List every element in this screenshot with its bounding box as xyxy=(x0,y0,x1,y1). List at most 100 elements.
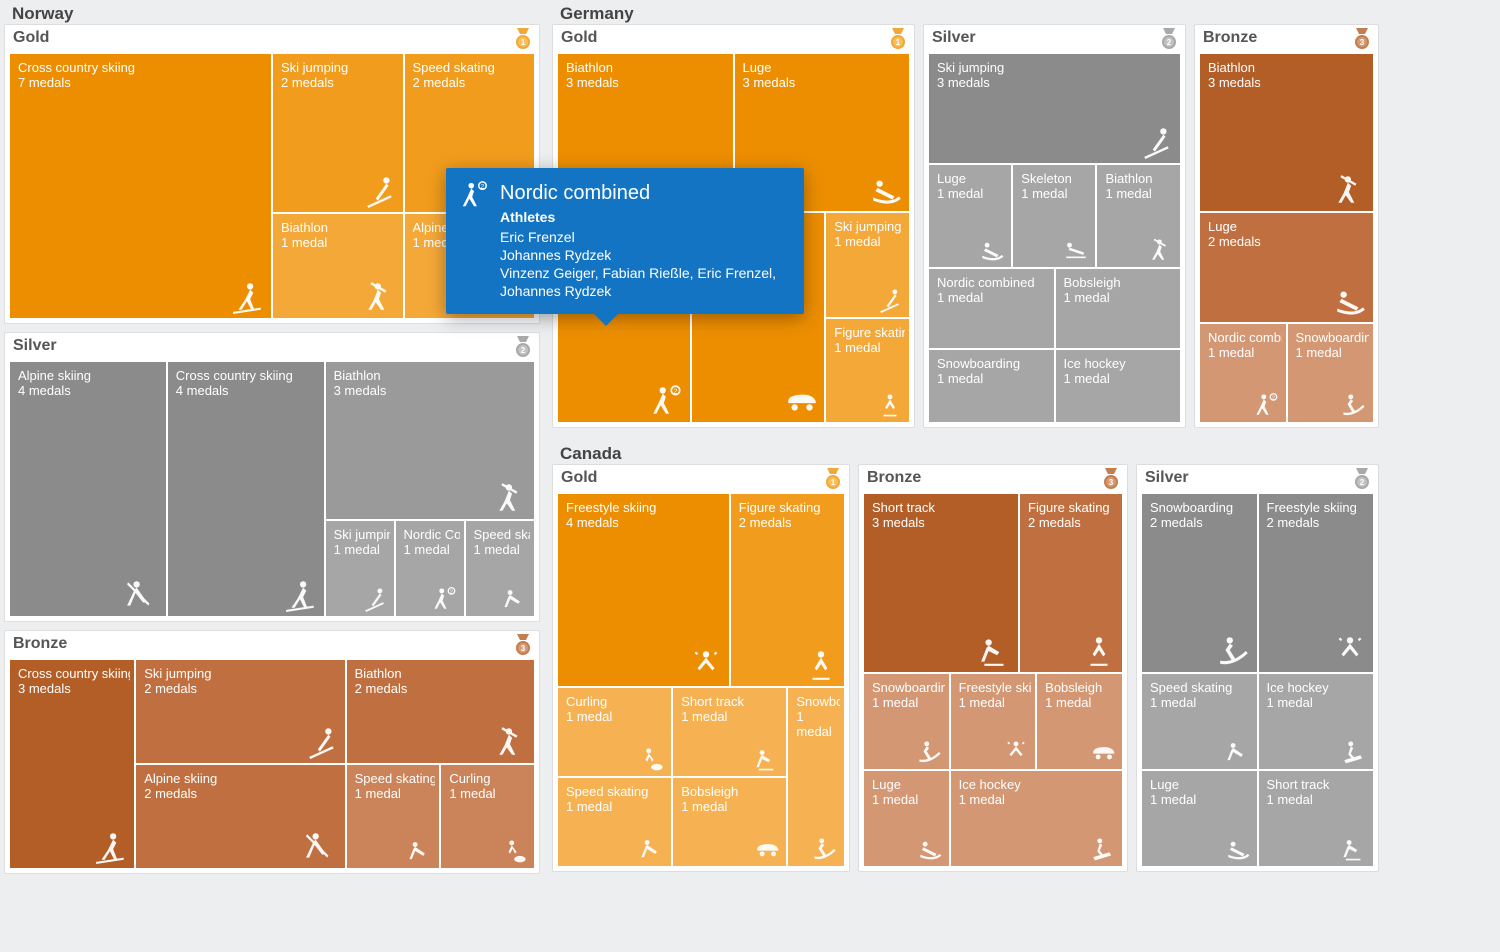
tile[interactable]: Short track3 medals xyxy=(863,493,1019,673)
tile-medals: 1 medal xyxy=(1150,695,1253,710)
tile[interactable]: Skeleton1 medal xyxy=(1012,164,1096,268)
tile[interactable]: Ski jumping3 medals xyxy=(928,53,1181,164)
figure-skating-icon xyxy=(804,648,838,682)
tile[interactable]: Bobsleigh1 medal xyxy=(672,777,787,867)
tile-medals: 2 medals xyxy=(1028,515,1118,530)
tile[interactable]: Cross country skiing3 medals xyxy=(9,659,135,869)
tile[interactable]: Nordic Comb.1 medal xyxy=(395,520,465,617)
tile[interactable]: Speed skating1 medal xyxy=(346,764,441,869)
tile[interactable]: Figure skating1 medal xyxy=(825,318,910,423)
tile[interactable]: Luge2 medals xyxy=(1199,212,1374,323)
tile[interactable]: Ice hockey1 medal xyxy=(950,770,1123,867)
luge-icon xyxy=(1333,284,1367,318)
tile-sport: Cross country skiing xyxy=(176,368,320,383)
tile[interactable]: Bobsleigh1 medal xyxy=(1055,268,1182,349)
tile[interactable]: Luge1 medal xyxy=(863,770,950,867)
tile[interactable]: Short track1 medal xyxy=(1258,770,1375,867)
tile-medals: 1 medal xyxy=(1045,695,1118,710)
tile-sport: Curling xyxy=(449,771,530,786)
medal-label: Bronze xyxy=(867,469,921,486)
tile[interactable]: Speed skating1 medal xyxy=(1141,673,1258,770)
tile[interactable]: Cross country skiing7 medals xyxy=(9,53,272,319)
tile-medals: 1 medal xyxy=(1064,290,1177,305)
biathlon-icon xyxy=(363,280,397,314)
cross-country-skiing-icon xyxy=(94,830,128,864)
canada-bronze[interactable]: Bronze Short track3 medals Figure skatin… xyxy=(858,464,1128,872)
tile[interactable]: Figure skating2 medals xyxy=(1019,493,1123,673)
country-title: Norway xyxy=(12,4,542,24)
medal-label: Silver xyxy=(932,29,976,46)
tile-sport: Luge xyxy=(743,60,906,75)
tile[interactable]: Cross country skiing4 medals xyxy=(167,361,325,617)
tile-medals: 4 medals xyxy=(176,383,320,398)
bronze-medal-icon xyxy=(1101,468,1121,490)
tile[interactable]: Snowboarding1 medal xyxy=(787,687,845,867)
germany-silver[interactable]: Silver Ski jumping3 medals Luge1 medal S… xyxy=(923,24,1186,428)
country-title: Canada xyxy=(560,444,1380,464)
tile[interactable]: Biathlon2 medals xyxy=(346,659,535,764)
tile[interactable]: Ski jumping2 medals xyxy=(272,53,404,213)
tile[interactable]: Ski jumping1 medal xyxy=(325,520,395,617)
tile[interactable]: Freestyle skiing1 medal xyxy=(950,673,1037,770)
norway-bronze[interactable]: Bronze Cross country skiing3 medals Ski … xyxy=(4,630,540,874)
tile-sport: Biathlon xyxy=(355,666,530,681)
tile[interactable]: Ski jumping1 medal xyxy=(825,212,910,317)
norway-silver[interactable]: Silver Alpine skiing4 medals Cross count… xyxy=(4,332,540,622)
tile[interactable]: Luge1 medal xyxy=(1141,770,1258,867)
biathlon-icon xyxy=(1333,173,1367,207)
tooltip: Nordic combined Athletes Eric Frenzel Jo… xyxy=(446,168,804,314)
medal-label: Gold xyxy=(13,29,49,46)
tile-sport: Luge xyxy=(937,171,1007,186)
tile-sport: Snowboarding xyxy=(1150,500,1253,515)
tile[interactable]: Biathlon3 medals xyxy=(325,361,535,520)
tile[interactable]: Speed skating1 medal xyxy=(557,777,672,867)
tile[interactable]: Curling1 medal xyxy=(557,687,672,777)
tile-sport: Figure skating xyxy=(1028,500,1118,515)
tile[interactable]: Biathlon1 medal xyxy=(272,213,404,319)
tile[interactable]: Curling1 medal xyxy=(440,764,535,869)
tile[interactable]: Freestyle skiing2 medals xyxy=(1258,493,1375,673)
tile[interactable]: Biathlon3 medals xyxy=(1199,53,1374,212)
tile-sport: Figure skating xyxy=(834,325,905,340)
tile-sport: Ski jumping xyxy=(937,60,1176,75)
tile[interactable]: Ice hockey1 medal xyxy=(1055,349,1182,423)
tile-sport: Freestyle skiing xyxy=(566,500,725,515)
tooltip-athlete: Johannes Rydzek xyxy=(500,246,788,264)
tile-medals: 1 medal xyxy=(404,542,460,557)
tile-sport: Bobsleigh xyxy=(1045,680,1118,695)
tile[interactable]: Nordic combined1 medal xyxy=(1199,323,1287,423)
germany-bronze[interactable]: Bronze Biathlon3 medals Luge2 medals Nor… xyxy=(1194,24,1379,428)
tile[interactable]: Figure skating2 medals xyxy=(730,493,845,687)
tile[interactable]: Luge1 medal xyxy=(928,164,1012,268)
tile-medals: 4 medals xyxy=(18,383,162,398)
tile[interactable]: Snowboarding1 medal xyxy=(863,673,950,770)
tile[interactable]: Snowboarding1 medal xyxy=(928,349,1055,423)
freestyle-skiing-icon xyxy=(1333,634,1367,668)
tile[interactable]: Freestyle skiing4 medals xyxy=(557,493,730,687)
tile[interactable]: Snowboarding2 medals xyxy=(1141,493,1258,673)
tile-medals: 1 medal xyxy=(937,290,1050,305)
tile[interactable]: Ski jumping2 medals xyxy=(135,659,345,764)
tile[interactable]: Alpine skiing2 medals xyxy=(135,764,345,869)
tile-medals: 1 medal xyxy=(796,709,840,739)
bronze-medal-icon xyxy=(1352,28,1372,50)
speed-skating-icon xyxy=(1225,739,1251,765)
tile-sport: Luge xyxy=(872,777,945,792)
canada-silver[interactable]: Silver Snowboarding2 medals Freestyle sk… xyxy=(1136,464,1379,872)
tile-medals: 1 medal xyxy=(334,542,390,557)
tile[interactable]: Ice hockey1 medal xyxy=(1258,673,1375,770)
tile-medals: 3 medals xyxy=(334,383,530,398)
tile-sport: Biathlon xyxy=(1208,60,1369,75)
tile[interactable]: Snowboarding1 medal xyxy=(1287,323,1375,423)
canada-gold[interactable]: Gold Freestyle skiing4 medals Figure ska… xyxy=(552,464,850,872)
tile[interactable]: Bobsleigh1 medal xyxy=(1036,673,1123,770)
tile[interactable]: Biathlon1 medal xyxy=(1096,164,1181,268)
tile[interactable]: Nordic combined1 medal xyxy=(928,268,1055,349)
tile[interactable]: Alpine skiing4 medals xyxy=(9,361,167,617)
tile-sport: Short track xyxy=(1267,777,1370,792)
tile[interactable]: Short track1 medal xyxy=(672,687,787,777)
tile-medals: 7 medals xyxy=(18,75,267,90)
tile[interactable]: Speed skating1 medal xyxy=(465,520,535,617)
tile-medals: 1 medal xyxy=(1150,792,1253,807)
tile-sport: Short track xyxy=(681,694,782,709)
